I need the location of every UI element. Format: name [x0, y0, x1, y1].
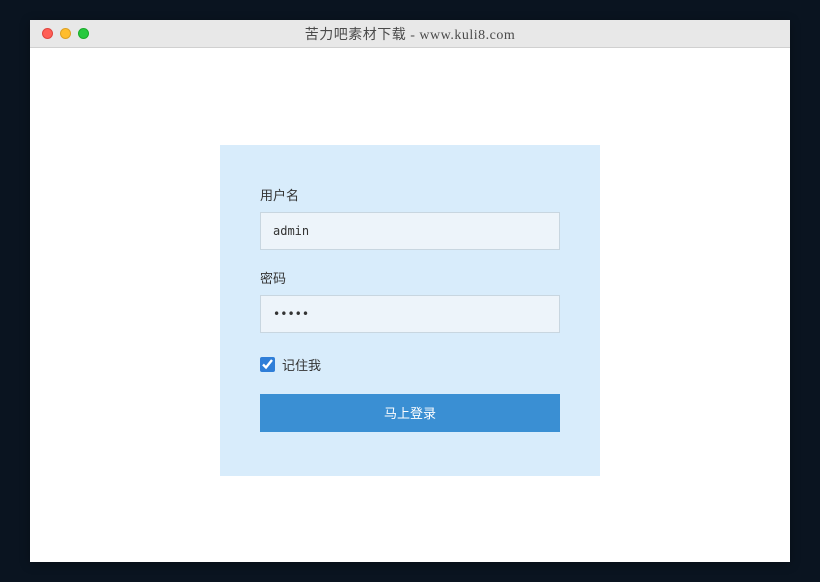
- remember-label[interactable]: 记住我: [282, 355, 321, 374]
- maximize-icon[interactable]: [78, 28, 89, 39]
- window-title: 苦力吧素材下载 - www.kuli8.com: [30, 24, 790, 44]
- remember-row: 记住我: [260, 355, 560, 374]
- app-window: 苦力吧素材下载 - www.kuli8.com 用户名 密码 记住我 马上登录: [30, 20, 790, 562]
- login-card: 用户名 密码 记住我 马上登录: [220, 145, 600, 476]
- remember-checkbox[interactable]: [260, 357, 275, 372]
- password-group: 密码: [260, 268, 560, 333]
- username-input[interactable]: [260, 212, 560, 250]
- password-label: 密码: [260, 268, 560, 287]
- titlebar: 苦力吧素材下载 - www.kuli8.com: [30, 20, 790, 48]
- content-area: 用户名 密码 记住我 马上登录: [30, 48, 790, 562]
- login-button[interactable]: 马上登录: [260, 394, 560, 432]
- username-label: 用户名: [260, 185, 560, 204]
- traffic-lights: [30, 28, 89, 39]
- minimize-icon[interactable]: [60, 28, 71, 39]
- password-input[interactable]: [260, 295, 560, 333]
- close-icon[interactable]: [42, 28, 53, 39]
- username-group: 用户名: [260, 185, 560, 250]
